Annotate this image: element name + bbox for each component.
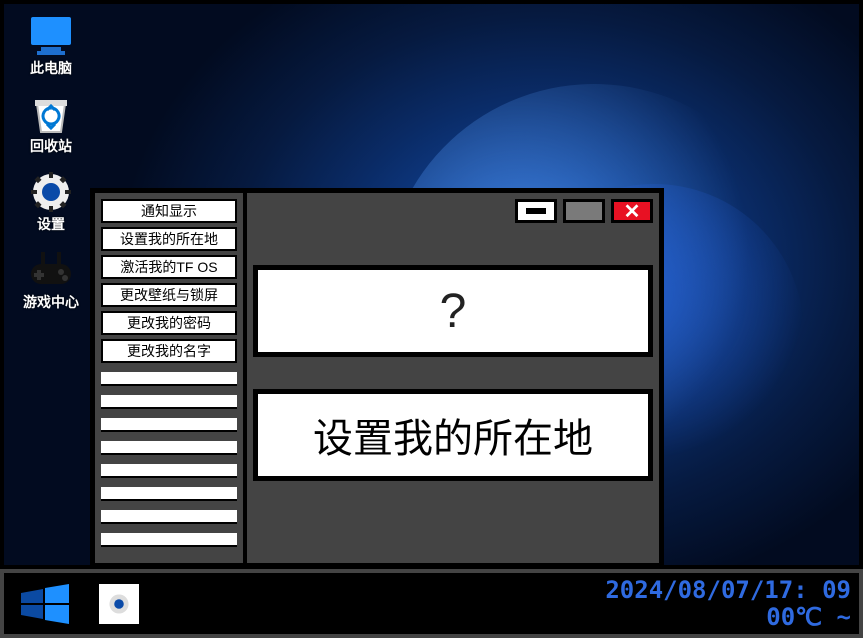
sidebar-item-activate[interactable]: 激活我的TF OS bbox=[101, 255, 237, 279]
sidebar-blank bbox=[101, 441, 237, 455]
sidebar-blank bbox=[101, 395, 237, 409]
tray-temperature: 00℃ ~ bbox=[605, 604, 851, 630]
icon-label: 游戏中心 bbox=[23, 292, 79, 312]
settings-window: 通知显示 设置我的所在地 激活我的TF OS 更改壁纸与锁屏 更改我的密码 更改… bbox=[90, 188, 664, 568]
content-title: 设置我的所在地 bbox=[313, 406, 593, 464]
sidebar-blank bbox=[101, 510, 237, 524]
windows-logo-icon bbox=[17, 581, 73, 627]
taskbar: 2024/08/07/17: 09 00℃ ~ bbox=[0, 569, 863, 638]
settings-sidebar: 通知显示 设置我的所在地 激活我的TF OS 更改壁纸与锁屏 更改我的密码 更改… bbox=[95, 193, 243, 563]
settings-content: ✕ ? 设置我的所在地 bbox=[243, 193, 659, 563]
close-button[interactable]: ✕ bbox=[611, 199, 653, 223]
start-button[interactable] bbox=[6, 574, 84, 634]
desktop-icon-recycle-bin[interactable]: 回收站 bbox=[16, 92, 86, 156]
tray-datetime: 2024/08/07/17: 09 bbox=[605, 577, 851, 603]
gear-icon bbox=[27, 170, 75, 214]
icon-label: 此电脑 bbox=[30, 58, 72, 78]
sidebar-blank bbox=[101, 372, 237, 386]
content-preview-panel: ? bbox=[253, 265, 653, 357]
sidebar-item-location[interactable]: 设置我的所在地 bbox=[101, 227, 237, 251]
close-icon: ✕ bbox=[624, 199, 641, 224]
sidebar-blank bbox=[101, 487, 237, 501]
sidebar-item-password[interactable]: 更改我的密码 bbox=[101, 311, 237, 335]
window-titlebar: ✕ bbox=[253, 199, 653, 223]
sidebar-blank bbox=[101, 464, 237, 478]
sidebar-blank bbox=[101, 533, 237, 547]
sidebar-blank bbox=[101, 418, 237, 432]
icon-label: 设置 bbox=[37, 214, 65, 234]
minimize-button[interactable] bbox=[515, 199, 557, 223]
desktop: 此电脑 回收站 bbox=[0, 0, 863, 569]
maximize-button[interactable] bbox=[563, 199, 605, 223]
recycle-icon bbox=[27, 92, 75, 136]
desktop-icons: 此电脑 回收站 bbox=[16, 14, 86, 326]
icon-label: 回收站 bbox=[30, 136, 72, 156]
desktop-icon-settings[interactable]: 设置 bbox=[16, 170, 86, 234]
question-mark: ? bbox=[440, 284, 467, 339]
content-title-panel: 设置我的所在地 bbox=[253, 389, 653, 481]
gamepad-icon bbox=[27, 248, 75, 292]
monitor-icon bbox=[27, 14, 75, 58]
desktop-icon-game-center[interactable]: 游戏中心 bbox=[16, 248, 86, 312]
gear-icon bbox=[104, 589, 134, 619]
sidebar-item-name[interactable]: 更改我的名字 bbox=[101, 339, 237, 363]
minimize-icon bbox=[526, 208, 546, 214]
desktop-icon-this-pc[interactable]: 此电脑 bbox=[16, 14, 86, 78]
system-tray[interactable]: 2024/08/07/17: 09 00℃ ~ bbox=[605, 577, 851, 630]
taskbar-app-settings[interactable] bbox=[96, 581, 142, 627]
sidebar-item-notifications[interactable]: 通知显示 bbox=[101, 199, 237, 223]
sidebar-item-wallpaper[interactable]: 更改壁纸与锁屏 bbox=[101, 283, 237, 307]
